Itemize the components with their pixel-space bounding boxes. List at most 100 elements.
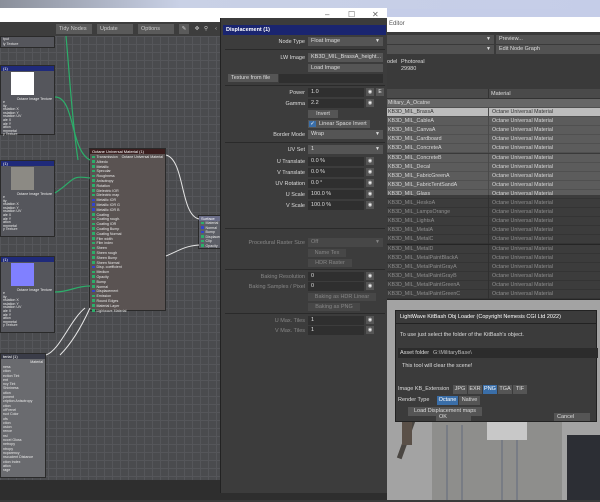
input-port-icon[interactable] — [92, 217, 95, 221]
name-tex-button[interactable]: Name Tex — [308, 249, 346, 257]
render-type-octane[interactable]: Octane — [437, 396, 458, 405]
input-port-icon[interactable] — [92, 309, 95, 312]
u-scale-field[interactable]: 100.0 % — [308, 190, 364, 199]
input-port-icon[interactable] — [201, 221, 204, 224]
input-port-icon[interactable] — [92, 165, 95, 168]
input-port-icon[interactable] — [92, 208, 95, 211]
asset-folder-input[interactable]: G:\MilitaryBase\ — [433, 350, 472, 356]
input-port-icon[interactable] — [92, 155, 95, 158]
input-port-icon[interactable] — [92, 256, 95, 259]
power-field[interactable]: 1.0 — [308, 88, 364, 97]
invert-button[interactable]: Invert — [308, 110, 338, 118]
envelope-eye-icon[interactable]: ◉ — [366, 157, 374, 165]
envelope-eye-icon[interactable]: ◉ — [366, 272, 374, 280]
input-port-icon[interactable] — [92, 213, 95, 216]
input-port-icon[interactable] — [92, 304, 95, 307]
v-scale-field[interactable]: 100.0 % — [308, 201, 364, 210]
bake-png-button[interactable]: Baking as PNG — [308, 303, 360, 311]
filter-dropdown[interactable]: ▼ — [387, 45, 494, 54]
input-port-icon[interactable] — [92, 265, 95, 269]
extension-option-tga[interactable]: TGA — [498, 385, 512, 394]
input-port-icon[interactable] — [92, 246, 95, 250]
tidy-nodes-button[interactable]: Tidy Nodes — [56, 24, 92, 34]
load-image-button[interactable]: Load Image — [308, 64, 383, 72]
ok-button[interactable]: OK — [436, 413, 471, 421]
lightwave-material-node[interactable]: terial (1) Material ness ction ection Tint… — [0, 353, 46, 478]
group-row[interactable]: Miltary_A_Ocatne — [387, 99, 600, 108]
input-port-icon[interactable] — [92, 261, 95, 264]
v-translate-field[interactable]: 0.0 % — [308, 168, 364, 177]
bake-hdr-button[interactable]: Baking as HDR Linear — [308, 293, 376, 301]
zoom-icon[interactable]: ⚲ — [202, 24, 210, 34]
input-port-icon[interactable] — [92, 285, 95, 288]
baking-resolution-field[interactable]: 0 — [308, 272, 364, 281]
table-row[interactable]: KB3D_MIL_BrassA Octane Universal Material — [387, 108, 600, 117]
extension-option-png[interactable]: PNG — [483, 385, 497, 394]
universal-material-node[interactable]: Octane Universal Material (1) Octane Uni… — [89, 148, 166, 314]
table-row[interactable]: KB3D_MIL_CanvaA Octane Universal Material — [387, 126, 600, 136]
input-port-icon[interactable] — [92, 289, 95, 293]
table-row[interactable]: KB3D_MIL_Cardboard Octane Universal Mater… — [387, 135, 600, 145]
envelope-eye-icon[interactable]: ◉ — [366, 190, 374, 198]
edit-node-graph-button[interactable]: Edit Node Graph — [496, 45, 600, 54]
input-port-icon[interactable] — [92, 299, 95, 302]
node-output[interactable]: Octane Universal Material — [122, 155, 163, 159]
collapse-icon[interactable]: ‹ — [212, 24, 220, 34]
linear-space-invert-checkbox[interactable]: ✓ Linear Space Invert — [308, 120, 370, 128]
preview-dropdown[interactable]: Preview... — [496, 35, 600, 44]
node-output[interactable]: Material — [30, 360, 43, 364]
hdr-raster-button[interactable]: HDR Raster — [308, 259, 352, 267]
input-port-icon[interactable] — [92, 227, 95, 230]
u-max-tiles-field[interactable]: 1 — [308, 316, 364, 325]
input-port-icon[interactable] — [92, 179, 95, 182]
input-port-icon[interactable] — [92, 280, 95, 283]
envelope-eye-icon[interactable]: ◉ — [366, 99, 374, 107]
envelope-eye-icon[interactable]: ◉ — [366, 179, 374, 187]
envelope-eye-icon[interactable]: ◉ — [366, 88, 374, 96]
input-port-icon[interactable] — [92, 232, 95, 235]
envelope-eye-icon[interactable]: ◉ — [366, 326, 374, 334]
u-translate-field[interactable]: 0.0 % — [308, 157, 364, 166]
input-port-icon[interactable] — [92, 241, 95, 245]
image-texture-node[interactable]: (1) Octane Image Texture e ity nslation Xnsl… — [0, 65, 55, 136]
input-port-icon[interactable] — [92, 275, 95, 278]
input-port-icon[interactable] — [92, 189, 95, 192]
table-row[interactable]: KB3D_MIL_Decal Octane Universal Material — [387, 162, 600, 172]
input-port-icon[interactable] — [201, 230, 204, 234]
input-port-icon[interactable] — [92, 160, 95, 163]
table-row[interactable]: KB3D_MIL_CableA Octane Universal Material — [387, 117, 600, 127]
input-port-icon[interactable] — [201, 244, 204, 247]
node-output[interactable]: Octane Image Texture — [17, 288, 52, 292]
input-port-icon[interactable] — [92, 270, 95, 274]
envelope-eye-icon[interactable]: ◉ — [366, 316, 374, 324]
image-texture-node[interactable]: (1) Octane Image Texture e ity nslation Xnsl… — [0, 256, 55, 333]
envelope-eye-icon[interactable]: ◉ — [366, 168, 374, 176]
input-port-icon[interactable] — [201, 226, 204, 229]
input-port-icon[interactable] — [92, 203, 95, 206]
render-type-native[interactable]: Native — [459, 396, 480, 405]
input-port-icon[interactable] — [92, 198, 95, 202]
input-port-icon[interactable] — [201, 235, 204, 238]
table-row[interactable]: KB3D_MIL_FabricGreenA Octane Universal Ma… — [387, 171, 600, 181]
table-row[interactable]: KB3D_MIL_ConcreteB Octane Universal Mater… — [387, 153, 600, 163]
options-button[interactable]: Options — [138, 24, 174, 34]
uv-set-dropdown[interactable]: 1 ▼ — [308, 145, 383, 154]
node-input[interactable]: Lightwave Material — [90, 309, 165, 314]
extension-option-jpg[interactable]: JPG — [453, 385, 467, 394]
raster-size-dropdown[interactable]: Off ▼ — [308, 238, 383, 247]
cancel-button[interactable]: Cancel — [554, 413, 590, 421]
input-port-icon[interactable] — [92, 294, 95, 298]
input-port-icon[interactable] — [92, 169, 95, 173]
v-max-tiles-field[interactable]: 1 — [308, 326, 364, 335]
input-port-icon[interactable] — [92, 222, 95, 226]
gamma-field[interactable]: 2.2 — [308, 99, 364, 108]
texture-from-file-button[interactable]: Texture from file — [228, 74, 278, 82]
node-input[interactable]: Opacity — [199, 244, 222, 249]
image-texture-node[interactable]: (1) Octane Image Texture e ity nslation Xnsl… — [0, 160, 55, 237]
table-row[interactable]: KB3D_MIL_FabricTentSandA Octane Universal… — [387, 180, 600, 190]
extension-option-tif[interactable]: TIF — [513, 385, 527, 394]
surface-dropdown[interactable]: ▼ — [387, 35, 494, 44]
table-row[interactable]: KB3D_MIL_ConcreteA Octane Universal Mater… — [387, 144, 600, 154]
texture-file-field[interactable] — [279, 74, 383, 83]
extension-option-exr[interactable]: EXR — [468, 385, 482, 394]
